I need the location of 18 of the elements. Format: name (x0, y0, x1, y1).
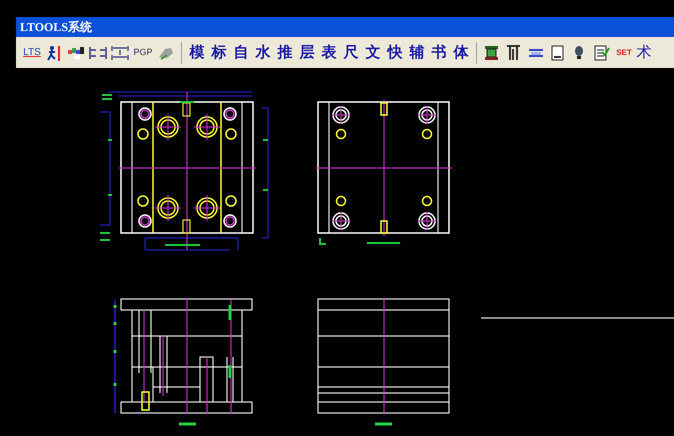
toolbar-char-button[interactable]: 快 (385, 42, 405, 64)
toolbar-char-button[interactable]: 尺 (341, 42, 361, 64)
toolbar-char-button[interactable]: 表 (319, 42, 339, 64)
lts-button[interactable]: LTS (22, 42, 42, 64)
toolbar-char-button[interactable]: 辅 (407, 42, 427, 64)
window-title: LTOOLS系统 (20, 19, 92, 36)
toolbar-char-button[interactable]: 书 (429, 42, 449, 64)
toolbar-char-button[interactable]: 文 (363, 42, 383, 64)
toolbar-char-button[interactable]: 标 (209, 42, 229, 64)
toolbar-char-button[interactable]: 层 (297, 42, 317, 64)
toolbar-char-button[interactable]: 术 (636, 42, 652, 64)
toolbar-char-button[interactable]: 推 (275, 42, 295, 64)
set-button[interactable]: SET (614, 42, 634, 64)
toolbar-char-button[interactable]: 体 (451, 42, 471, 64)
pgp-button[interactable]: PGP (132, 42, 154, 64)
toolbar-char-button[interactable]: 模 (187, 42, 207, 64)
toolbar-char-button[interactable]: 自 (231, 42, 251, 64)
toolbar-char-button[interactable]: 水 (253, 42, 273, 64)
